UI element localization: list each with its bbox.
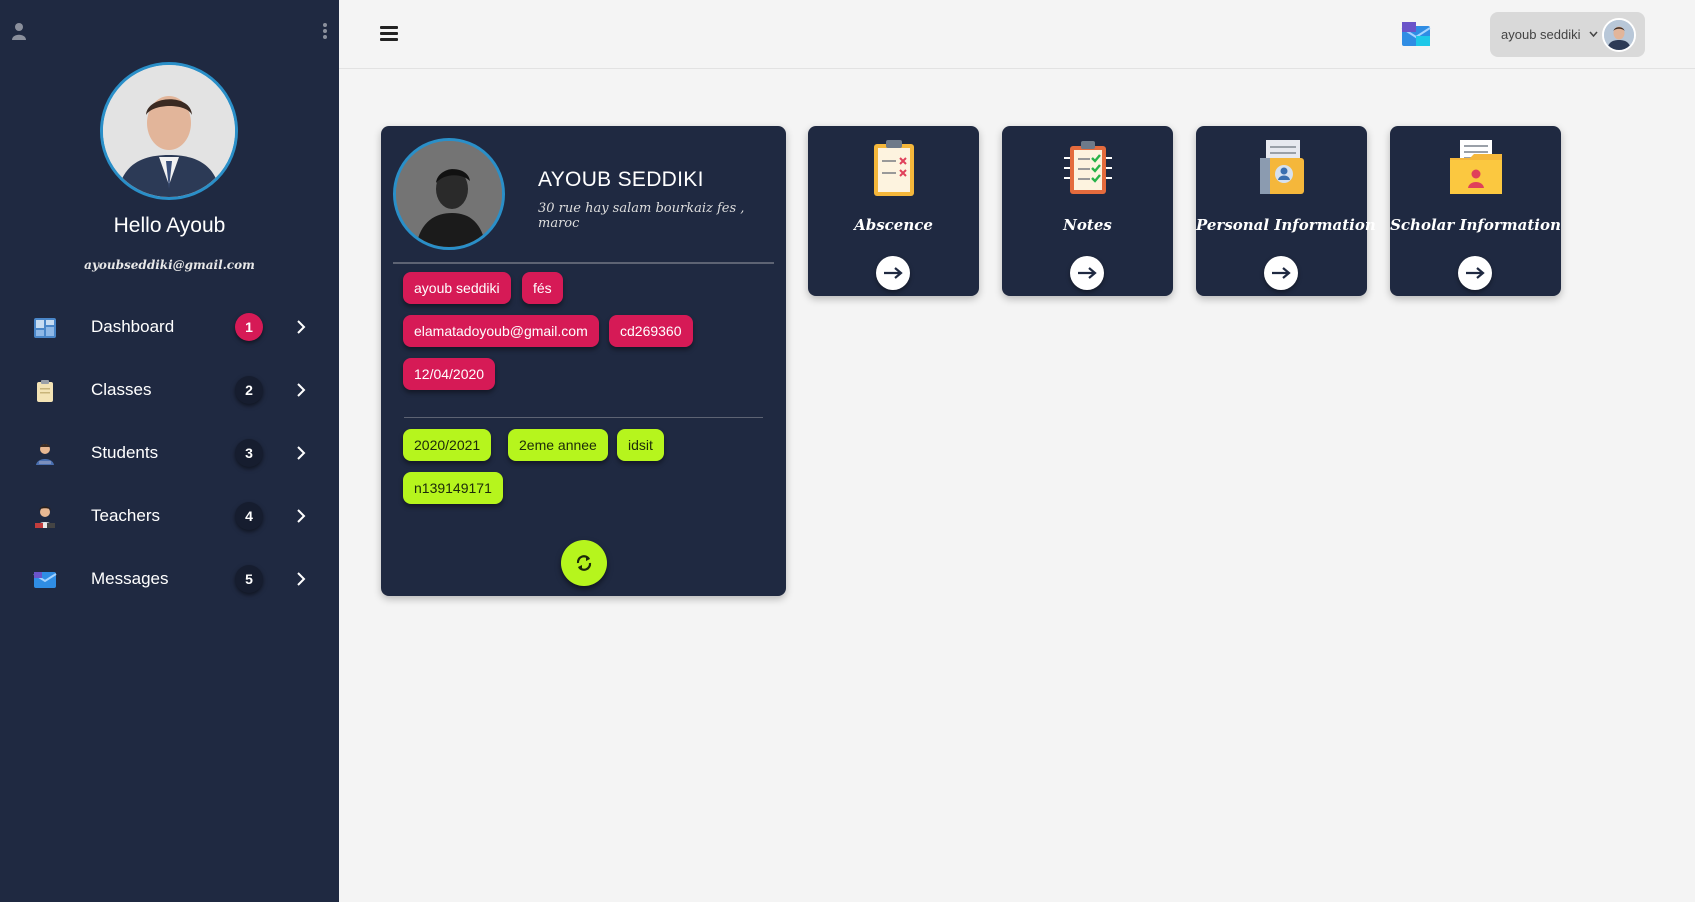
chevron-right-icon (297, 320, 306, 334)
tile-open-button[interactable] (1264, 256, 1298, 290)
tag-full-name: ayoub seddiki (403, 272, 511, 304)
chevron-down-icon (1589, 31, 1598, 38)
count-badge: 5 (235, 565, 263, 593)
avatar-portrait-icon (1604, 20, 1634, 50)
tag-city: fés (522, 272, 563, 304)
profile-avatar (393, 138, 505, 250)
sidebar-item-teachers[interactable]: Teachers 4 (0, 485, 339, 548)
chevron-right-icon (297, 509, 306, 523)
dashboard-icon (34, 318, 56, 338)
menu-toggle-icon[interactable] (380, 26, 398, 42)
tag-email: elamatadoyoub@gmail.com (403, 315, 599, 347)
clipboard-icon (37, 380, 53, 402)
tile-notes[interactable]: Notes (1002, 126, 1173, 296)
student-icon (36, 444, 54, 465)
scholar-folder-icon (1449, 140, 1502, 194)
tag-school-year: 2020/2021 (403, 429, 492, 461)
mail-icon (33, 572, 57, 588)
sidebar-item-label: Teachers (91, 506, 160, 525)
arrow-right-icon (1272, 267, 1291, 279)
sidebar-item-dashboard[interactable]: Dashboard 1 (0, 296, 339, 359)
tile-personal-information[interactable]: Personal Information (1196, 126, 1376, 296)
tag-date: 12/04/2020 (403, 358, 496, 390)
tag-branch: idsit (617, 429, 664, 461)
tile-open-button[interactable] (876, 256, 910, 290)
messages-icon[interactable] (1401, 20, 1431, 48)
sidebar: Hello Ayoub ayoubseddiki@gmail.com Dashb… (0, 0, 339, 902)
tile-label: Scholar Information (1390, 216, 1561, 234)
user-menu-name: ayoub seddiki (1501, 27, 1581, 42)
arrow-right-icon (1466, 267, 1485, 279)
chevron-right-icon (297, 446, 306, 460)
user-icon[interactable] (11, 22, 27, 40)
tile-label: Abscence (854, 216, 933, 234)
chevron-right-icon (297, 383, 306, 397)
sidebar-item-label: Dashboard (91, 317, 175, 336)
tile-scholar-information[interactable]: Scholar Information (1390, 126, 1561, 296)
profile-portrait-icon (396, 141, 502, 247)
tile-label: Personal Information (1196, 216, 1376, 234)
count-badge: 4 (235, 502, 263, 530)
notes-checklist-icon (1063, 141, 1112, 194)
profile-card: AYOUB SEDDIKI 30 rue hay salam bourkaiz … (381, 126, 786, 596)
profile-name: AYOUB SEDDIKI (538, 168, 704, 191)
user-email: ayoubseddiki@gmail.com (84, 258, 255, 272)
count-badge: 3 (235, 439, 263, 467)
divider (393, 262, 774, 264)
profile-address: 30 rue hay salam bourkaiz fes , maroc (538, 201, 745, 231)
count-badge: 2 (235, 376, 263, 404)
avatar (1602, 18, 1636, 52)
sidebar-item-students[interactable]: Students 3 (0, 422, 339, 485)
absence-clipboard-icon (873, 140, 914, 196)
user-menu[interactable]: ayoub seddiki (1490, 12, 1645, 57)
avatar-portrait-icon (103, 65, 235, 197)
sidebar-item-classes[interactable]: Classes 2 (0, 359, 339, 422)
tag-level: 2eme annee (508, 429, 608, 461)
sidebar-nav: Dashboard 1 Classes 2 Students 3 Teacher… (0, 296, 339, 611)
tag-student-code: n139149171 (403, 472, 503, 504)
arrow-right-icon (1078, 267, 1097, 279)
tile-absence[interactable]: Abscence (808, 126, 979, 296)
sidebar-item-label: Students (91, 443, 159, 462)
count-badge: 1 (235, 313, 263, 341)
divider (404, 417, 763, 418)
sidebar-item-label: Classes (91, 380, 152, 399)
tile-label: Notes (1063, 216, 1112, 234)
avatar (100, 62, 238, 200)
personal-file-icon (1259, 140, 1304, 194)
tag-cin: cd269360 (609, 315, 693, 347)
sidebar-item-messages[interactable]: Messages 5 (0, 548, 339, 611)
greeting: Hello Ayoub (113, 214, 226, 237)
more-options-icon[interactable] (322, 22, 328, 40)
chevron-right-icon (297, 572, 306, 586)
sidebar-item-label: Messages (91, 569, 169, 588)
refresh-button[interactable] (561, 540, 607, 586)
teacher-icon (35, 506, 55, 528)
tile-open-button[interactable] (1070, 256, 1104, 290)
refresh-icon (576, 555, 592, 571)
arrow-right-icon (884, 267, 903, 279)
top-bar: ayoub seddiki (339, 0, 1695, 69)
tile-open-button[interactable] (1458, 256, 1492, 290)
